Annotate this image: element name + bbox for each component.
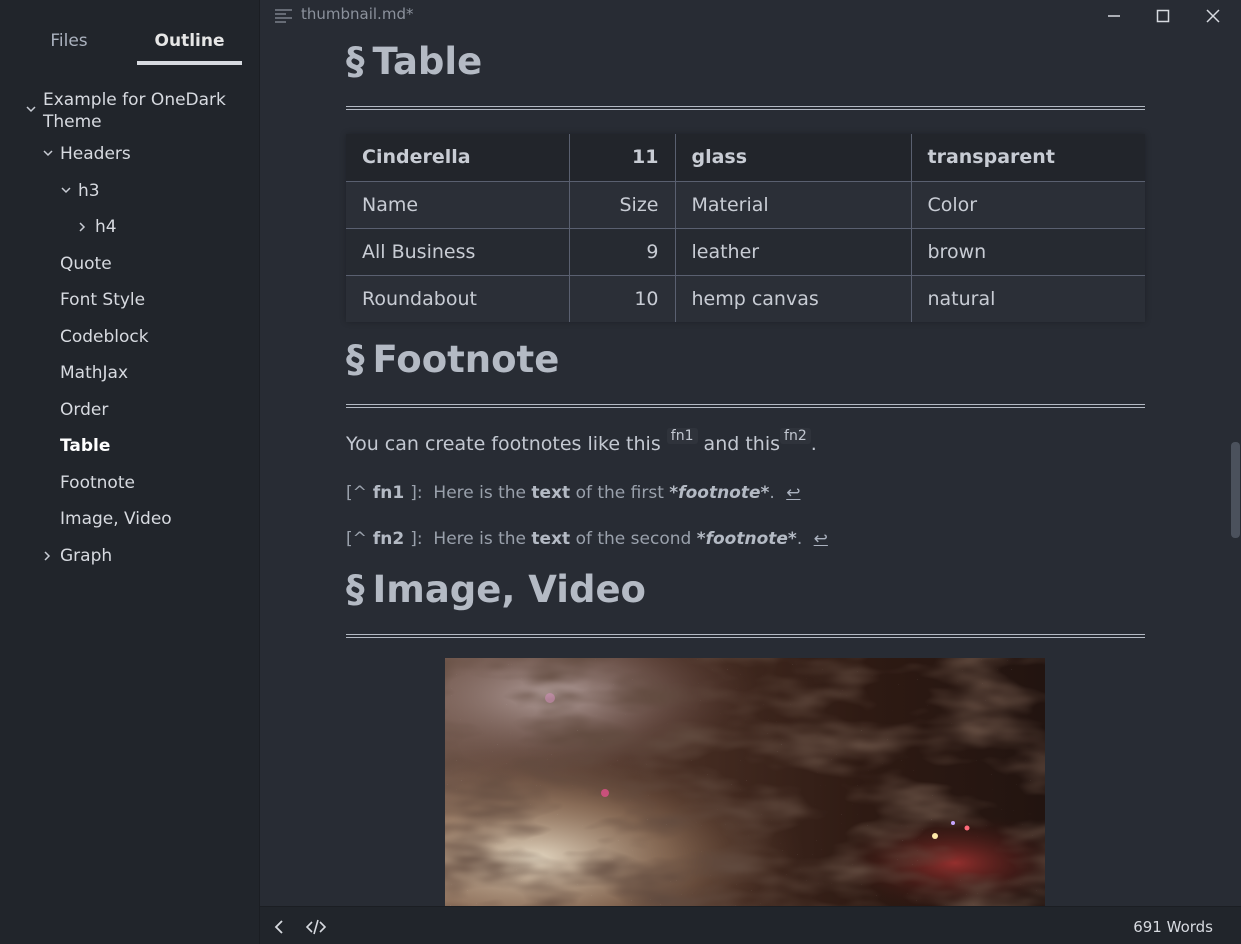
outline-item-quote[interactable]: Quote (60, 253, 112, 275)
heading-table: § Table (346, 40, 1145, 110)
paragraph-text: . (810, 433, 817, 455)
fn-id: fn1 (372, 483, 405, 503)
fn-end: . (769, 483, 775, 503)
paragraph-text: and this (703, 433, 781, 455)
chevron-right-icon[interactable] (44, 545, 56, 567)
outline-item-order[interactable]: Order (60, 399, 108, 421)
tab-outline[interactable]: Outline (137, 28, 242, 65)
chevron-right-icon[interactable] (79, 216, 91, 238)
fn-text: of the first (575, 483, 664, 503)
document-title: thumbnail.md* (301, 5, 413, 23)
title-bar: thumbnail.md* (260, 0, 1241, 30)
vertical-scrollbar[interactable] (1231, 442, 1240, 538)
footnote-definition: [^ fn2]: Here is the text of the second *… (346, 529, 828, 549)
table-header-cell: glass (674, 134, 912, 182)
table-row: All Business 9 leather brown (346, 227, 1145, 276)
fn-end: . (796, 529, 803, 549)
source-code-icon[interactable] (305, 917, 327, 937)
table-cell: Material (674, 180, 912, 229)
markdown-table[interactable]: Cinderella 11 glass transparent Name Siz… (346, 134, 1145, 322)
table-cell: natural (910, 274, 1145, 322)
table-cell: 9 (568, 227, 676, 276)
minimize-icon[interactable] (1103, 5, 1125, 27)
outline-item-h4[interactable]: h4 (95, 216, 117, 238)
document-filename: thumbnail.md (301, 5, 406, 23)
table-cell: Roundabout (346, 274, 570, 322)
outline-item-table[interactable]: Table (60, 435, 110, 457)
modified-indicator: * (405, 5, 414, 23)
footnote-ref-link[interactable]: fn1 (666, 428, 698, 444)
fn-bold-text: text (531, 483, 571, 503)
footnote-definition: [^ fn1]: Here is the text of the first *f… (346, 483, 800, 503)
outline-item-font-style[interactable]: Font Style (60, 289, 145, 311)
table-header-cell: 11 (568, 134, 676, 182)
chevron-down-icon[interactable] (43, 143, 55, 165)
footnote-ref-link[interactable]: fn2 (780, 428, 811, 444)
chevron-down-icon[interactable] (26, 99, 38, 121)
table-cell: All Business (346, 227, 570, 276)
fn-close: ]: (410, 529, 423, 549)
sidebar: Files Outline Example for OneDark Theme … (0, 0, 260, 944)
outline-item-example[interactable]: Example for OneDark Theme (43, 89, 226, 133)
fn-close: ]: (410, 483, 423, 503)
tab-files[interactable]: Files (30, 28, 108, 65)
outline-item-label-line2: Theme (43, 112, 102, 132)
close-icon[interactable] (1202, 5, 1224, 27)
fn-id: fn2 (372, 529, 405, 549)
fn-text: Here is the (433, 529, 527, 549)
outline-item-footnote[interactable]: Footnote (60, 472, 135, 494)
table-cell: hemp canvas (674, 274, 912, 322)
fn-text: of the second (575, 529, 692, 549)
fn-em-text: *footnote* (696, 529, 797, 549)
section-symbol: § (346, 40, 365, 83)
table-cell: Name (346, 180, 570, 229)
table-row: Roundabout 10 hemp canvas natural (346, 274, 1145, 322)
outline-item-mathjax[interactable]: MathJax (60, 362, 128, 384)
menu-icon[interactable] (275, 8, 292, 23)
table-cell: 10 (568, 274, 676, 322)
galaxy-picture (445, 658, 1045, 908)
fn-em-text: *footnote* (669, 483, 770, 503)
table-cell: Color (910, 180, 1145, 229)
heading-image-video: § Image, Video (346, 568, 1145, 638)
table-cell: leather (674, 227, 912, 276)
footnote-back-link[interactable]: ↩ (786, 483, 800, 503)
word-count[interactable]: 691 Words (1133, 918, 1213, 936)
footnote-back-link[interactable]: ↩ (814, 529, 828, 549)
heading-footnote: § Footnote (346, 338, 1145, 408)
table-cell: brown (910, 227, 1145, 276)
outline-item-graph[interactable]: Graph (60, 545, 112, 567)
heading-text: Image, Video (372, 568, 646, 611)
status-bar: 691 Words (260, 906, 1241, 944)
fn-open: [^ (346, 483, 367, 503)
fn-open: [^ (346, 529, 367, 549)
outline-item-h3[interactable]: h3 (78, 180, 100, 202)
sidebar-tabs: Files Outline (0, 28, 260, 68)
heading-text: Footnote (372, 338, 560, 381)
table-header-cell: transparent (910, 134, 1145, 182)
outline-item-image-video[interactable]: Image, Video (60, 508, 172, 530)
table-cell: Size (568, 180, 676, 229)
outline-item-label-line1: Example for OneDark (43, 90, 226, 110)
table-header-cell: Cinderella (346, 134, 570, 182)
heading-text: Table (372, 40, 483, 83)
section-symbol: § (346, 568, 365, 611)
table-header-row: Cinderella 11 glass transparent (346, 134, 1145, 182)
chevron-down-icon[interactable] (61, 180, 73, 202)
section-symbol: § (346, 338, 365, 381)
outline-item-codeblock[interactable]: Codeblock (60, 326, 149, 348)
milky-way-image[interactable] (445, 658, 1045, 908)
fn-text: Here is the (433, 483, 527, 503)
footnote-paragraph: You can create footnotes like this fn1 a… (346, 428, 817, 455)
paragraph-text: You can create footnotes like this (346, 433, 661, 455)
fn-bold-text: text (531, 529, 571, 549)
maximize-icon[interactable] (1152, 5, 1174, 27)
table-row: Name Size Material Color (346, 180, 1145, 229)
outline-item-headers[interactable]: Headers (60, 143, 131, 165)
chevron-left-icon[interactable] (270, 917, 290, 937)
